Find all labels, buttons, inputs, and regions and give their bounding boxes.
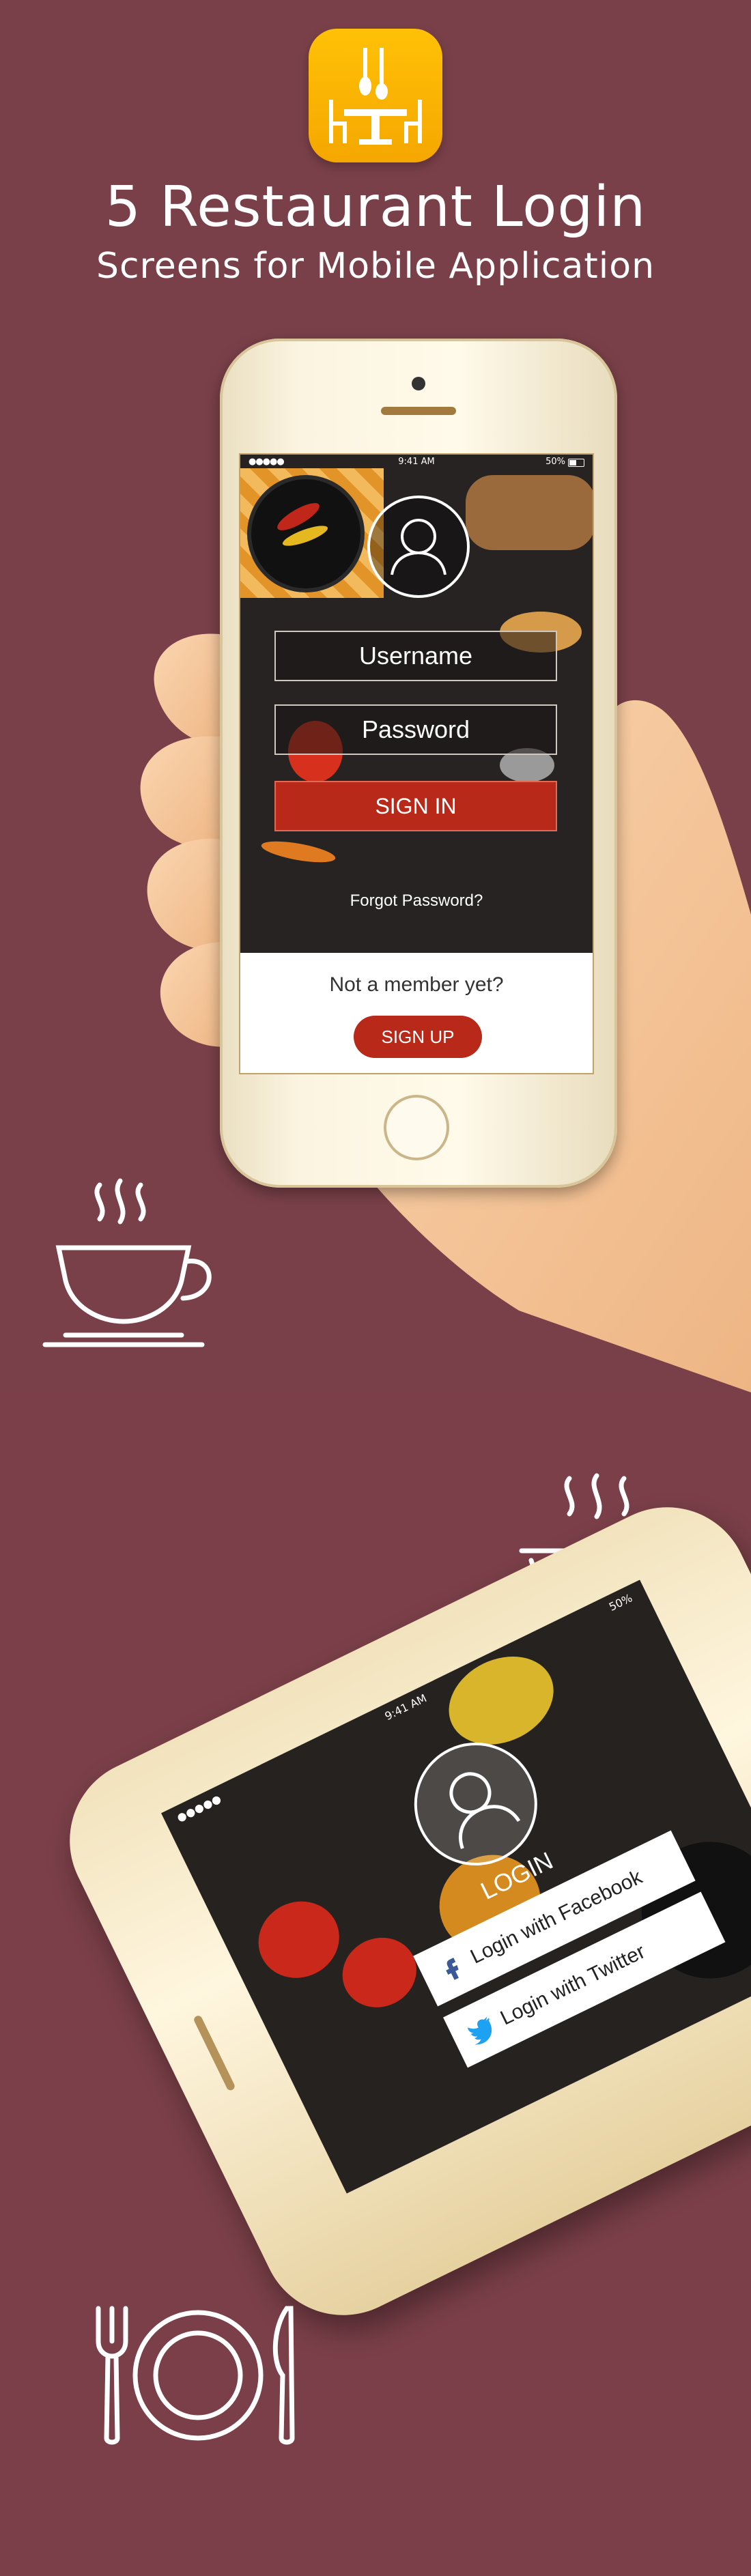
tomato-image [245, 1888, 352, 1992]
forgot-password-link[interactable]: Forgot Password? [240, 891, 593, 911]
plate-cutlery-icon [96, 2306, 295, 2445]
battery-icon [568, 459, 584, 467]
cutting-board-image [466, 475, 593, 550]
coffee-cup-icon [42, 1178, 212, 1347]
front-camera [412, 377, 425, 390]
status-bar: ●●●●● 9:41 AM 50% [240, 455, 593, 470]
user-avatar-icon [367, 496, 470, 598]
carrot-image [259, 837, 337, 867]
password-field[interactable]: Password [274, 704, 557, 755]
facebook-icon [446, 1958, 459, 1980]
home-button [384, 1095, 449, 1160]
signup-section: Not a member yet? SIGN UP [240, 953, 593, 1073]
not-member-text: Not a member yet? [329, 973, 504, 996]
twitter-icon [468, 2016, 492, 2045]
battery-percent: 50% [606, 1591, 635, 1614]
status-time: 9:41 AM [398, 457, 435, 467]
sign-in-button[interactable]: SIGN IN [274, 781, 557, 831]
earpiece-speaker [381, 407, 456, 415]
tomato-image [330, 1925, 429, 2020]
phone-mockup-front: ●●●●● 9:41 AM 50% Username Password SIGN… [220, 339, 617, 1188]
battery-percent: 50% [545, 457, 565, 467]
sign-up-button[interactable]: SIGN UP [354, 1016, 482, 1058]
login-screen: ●●●●● 9:41 AM 50% Username Password SIGN… [239, 453, 594, 1074]
username-field[interactable]: Username [274, 631, 557, 681]
